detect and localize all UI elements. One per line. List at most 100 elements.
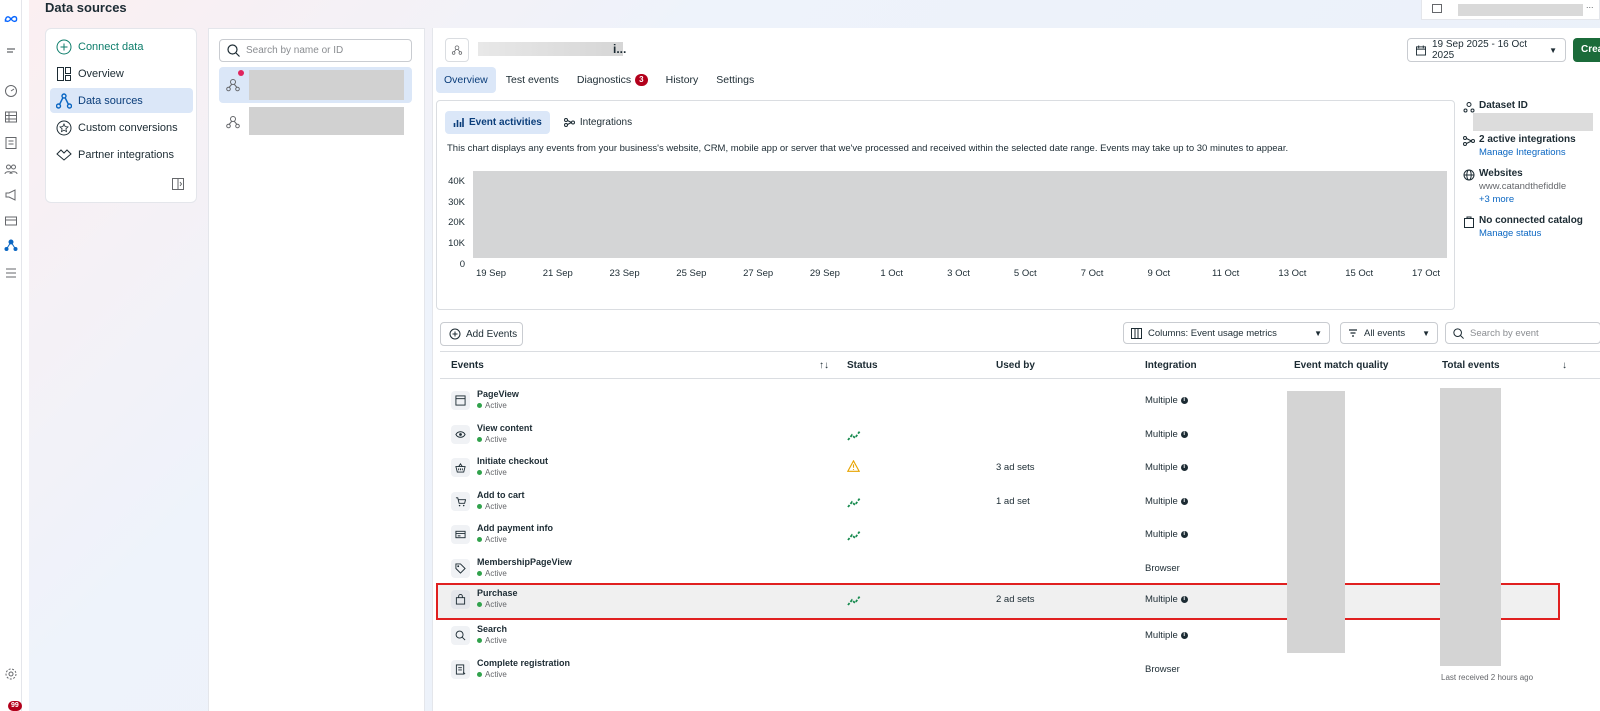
nav-partner-integrations[interactable]: Partner integrations	[50, 142, 193, 167]
tab-test-events[interactable]: Test events	[498, 67, 567, 93]
x-tick-label: 19 Sep	[475, 268, 507, 279]
info-icon[interactable]: i	[1180, 497, 1188, 505]
menu-icon[interactable]	[4, 44, 18, 58]
source-search-input[interactable]	[246, 45, 406, 56]
document-icon[interactable]	[4, 136, 18, 150]
magnifier-icon	[451, 626, 470, 646]
settings-gear-icon[interactable]	[4, 667, 18, 681]
chevron-down-icon: ▼	[1314, 328, 1322, 338]
event-search[interactable]	[1445, 322, 1600, 344]
events-manager-icon[interactable]	[4, 238, 18, 252]
nav-overview[interactable]: Overview	[50, 61, 193, 86]
table-row[interactable]: PageViewActiveMultipleiminutes ago	[440, 384, 1600, 417]
billing-icon[interactable]	[4, 214, 18, 228]
nodes-icon	[56, 92, 72, 109]
form-icon	[451, 659, 470, 679]
chart-tab-integrations-label: Integrations	[579, 117, 633, 128]
filter-icon	[1349, 329, 1357, 337]
event-status-text: Active	[485, 501, 507, 511]
info-icon[interactable]: i	[1180, 595, 1188, 603]
global-nav-rail: 99	[0, 0, 22, 711]
col-integration[interactable]: Integration	[1145, 360, 1197, 371]
tab-settings[interactable]: Settings	[708, 67, 762, 93]
notification-badge[interactable]: 99	[8, 701, 22, 711]
table-row[interactable]: Add to cartActive1 ad setMultipleiminute…	[440, 485, 1600, 518]
nav-custom-conversions[interactable]: Custom conversions	[50, 115, 193, 140]
event-status-text: Active	[485, 468, 507, 478]
tab-overview[interactable]: Overview	[436, 67, 496, 93]
data-source-item[interactable]	[219, 104, 412, 140]
trend-icon	[847, 527, 862, 542]
chart-tab-integrations[interactable]: Integrations	[556, 111, 640, 134]
websites-label: Websites	[1479, 168, 1523, 179]
sort-icon[interactable]: ↑↓	[819, 360, 829, 371]
data-source-list	[208, 28, 425, 711]
info-icon[interactable]: i	[1180, 632, 1188, 640]
data-source-item[interactable]	[219, 67, 412, 103]
chart-tab-event-activities-label: Event activities	[469, 117, 542, 128]
table-row[interactable]: View contentActiveMultipleiminutes ago	[440, 418, 1600, 451]
event-name: Search	[477, 624, 508, 635]
integrations-icon	[1463, 135, 1475, 147]
more-websites-link[interactable]: +3 more	[1479, 194, 1514, 205]
people-icon[interactable]	[4, 162, 18, 176]
event-status: Active	[477, 670, 507, 679]
table-row[interactable]: PurchaseActive2 ad setsMultipleiminutes …	[436, 582, 1560, 620]
events-filter-select[interactable]: All events ▼	[1340, 322, 1438, 344]
event-search-input[interactable]	[1470, 327, 1590, 339]
all-tools-icon[interactable]	[4, 266, 18, 280]
table-icon[interactable]	[4, 110, 18, 124]
dataset-icon	[225, 77, 241, 93]
business-icon	[1432, 4, 1442, 13]
info-icon[interactable]: i	[1180, 464, 1188, 472]
col-used-by[interactable]: Used by	[996, 360, 1035, 371]
chart-tab-event-activities[interactable]: Event activities	[445, 111, 550, 134]
table-row[interactable]: Add payment infoActiveMultipleiminutes a…	[440, 518, 1600, 551]
tab-history[interactable]: History	[658, 67, 707, 93]
table-row[interactable]: MembershipPageViewActiveBrowserminutes a…	[440, 552, 1600, 585]
megaphone-icon[interactable]	[4, 188, 18, 202]
source-search[interactable]	[219, 39, 412, 62]
date-range-picker[interactable]: 19 Sep 2025 - 16 Oct 2025 ▼	[1407, 38, 1566, 62]
columns-select[interactable]: Columns: Event usage metrics ▼	[1123, 322, 1330, 344]
dashboard-icon[interactable]	[4, 84, 18, 98]
sort-desc-icon[interactable]: ↓	[1562, 360, 1567, 371]
event-status-text: Active	[485, 669, 507, 679]
info-icon[interactable]: i	[1180, 430, 1188, 438]
add-events-button[interactable]: Add Events	[440, 322, 523, 346]
nav-data-sources[interactable]: Data sources	[50, 88, 193, 113]
col-event-match-quality[interactable]: Event match quality	[1294, 360, 1388, 371]
col-status[interactable]: Status	[847, 360, 878, 371]
events-table-header: Events ↑↓ Status Used by Integration Eve…	[440, 351, 1600, 379]
create-button[interactable]: Create	[1573, 38, 1600, 62]
table-row[interactable]: SearchActiveMultipleiminutes ago	[440, 619, 1600, 652]
info-icon[interactable]: i	[1180, 531, 1188, 539]
table-row[interactable]: Initiate checkout Active 3 ad sets Multiple…	[440, 451, 1600, 484]
source-name-redacted	[249, 70, 404, 100]
table-row[interactable]: Complete registration Active Browser Last r…	[440, 653, 1600, 686]
globe-icon	[1463, 169, 1475, 181]
event-name: Purchase	[477, 587, 518, 598]
nav-connect-data[interactable]: Connect data	[50, 34, 193, 59]
dataset-detail: i... 19 Sep 2025 - 16 Oct 2025 ▼ Create …	[432, 28, 1600, 711]
dataset-icon	[225, 114, 241, 130]
manage-integrations-link[interactable]: Manage Integrations	[1479, 147, 1566, 158]
catalog-icon	[1463, 216, 1475, 228]
integration-text: Multiple	[1145, 428, 1178, 440]
manage-status-link[interactable]: Manage status	[1479, 228, 1541, 239]
event-status: Active	[477, 502, 507, 511]
meta-logo-icon[interactable]	[4, 12, 18, 26]
info-icon[interactable]: i	[1180, 397, 1188, 404]
collapse-panel-icon[interactable]	[172, 178, 184, 190]
y-tick-label: 40K	[448, 176, 465, 187]
x-tick-label: 5 Oct	[1013, 268, 1037, 279]
event-status: Active	[477, 600, 507, 609]
account-switcher[interactable]: ...	[1421, 0, 1600, 20]
date-range-text: 19 Sep 2025 - 16 Oct 2025	[1431, 39, 1528, 61]
plus-circle-icon	[56, 39, 72, 55]
col-events[interactable]: Events	[451, 360, 484, 371]
dataset-id-redacted	[1473, 113, 1593, 131]
col-total-events[interactable]: Total events	[1442, 360, 1500, 371]
tab-diagnostics[interactable]: Diagnostics 3	[569, 67, 656, 93]
integration-text: Multiple	[1145, 593, 1178, 605]
